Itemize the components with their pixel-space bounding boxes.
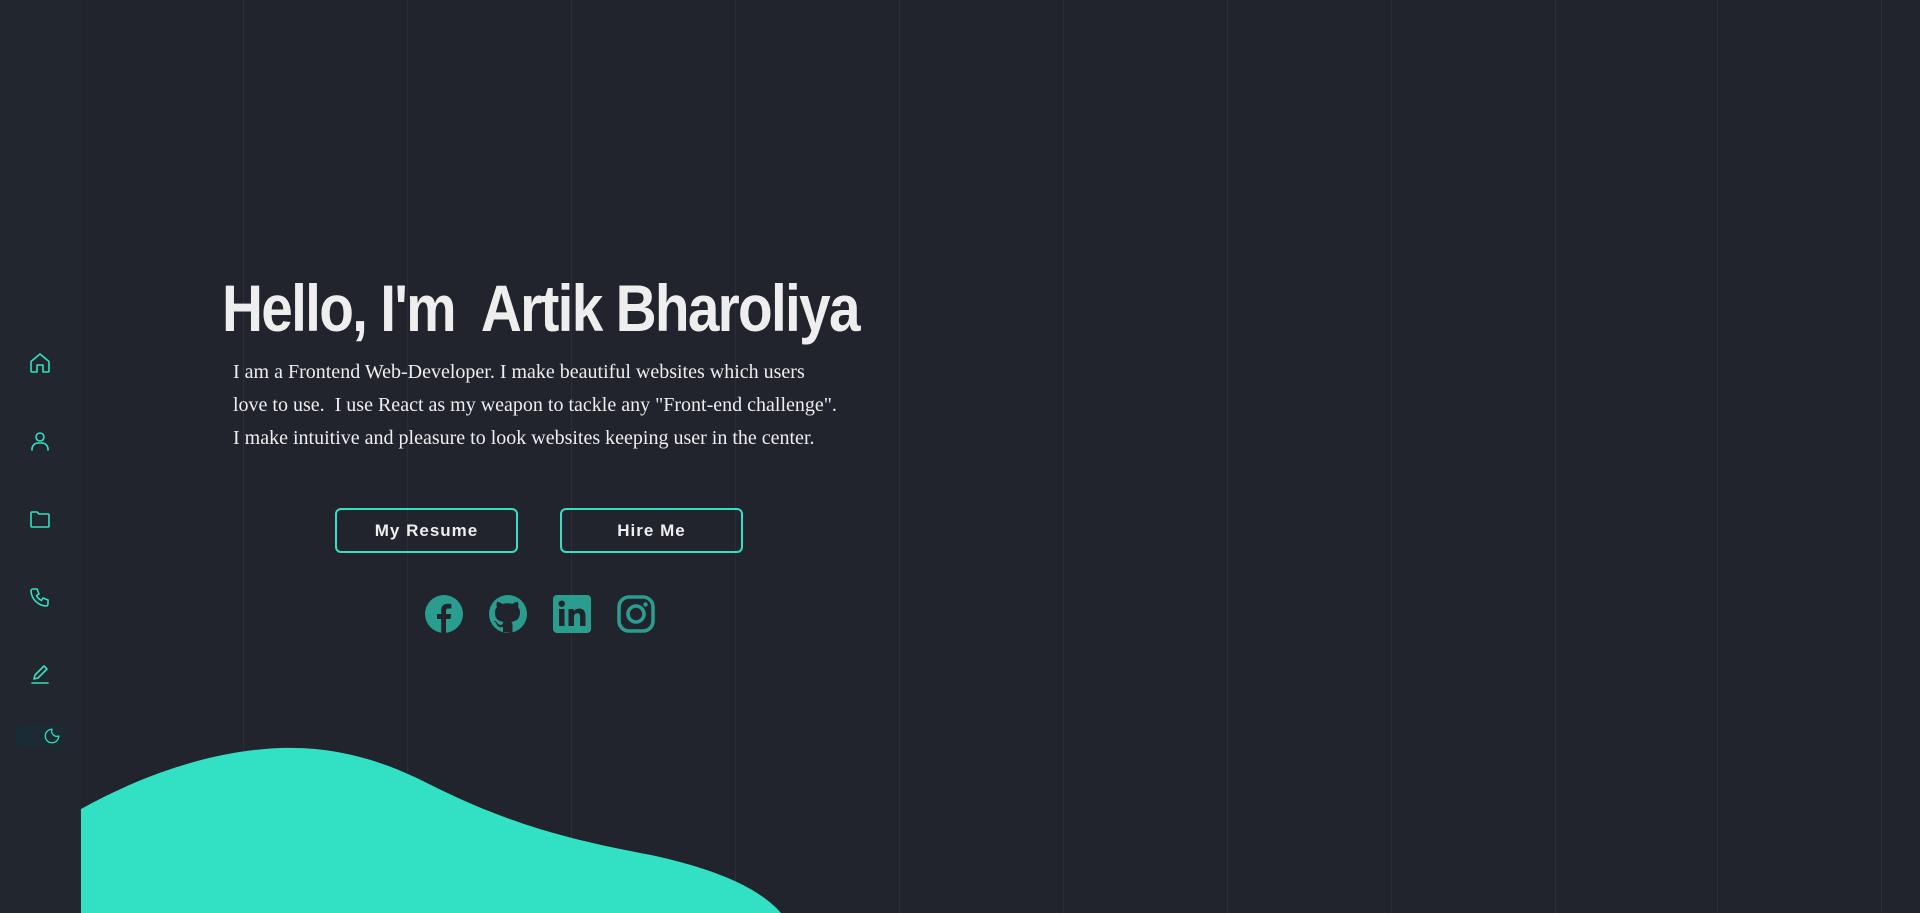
hero-section: Hello, I'm Artik Bharoliya I am a Fronte… <box>222 268 862 455</box>
social-link-linkedin[interactable] <box>552 594 592 634</box>
sidebar-nav <box>0 0 81 913</box>
sidebar-item-home[interactable] <box>24 347 56 379</box>
grid-line <box>1063 0 1064 913</box>
moon-icon <box>44 728 60 744</box>
grid-line <box>1391 0 1392 913</box>
pen-icon <box>31 665 49 684</box>
hero-description-line: love to use. I use React as my weapon to… <box>233 394 837 416</box>
page: Hello, I'm Artik Bharoliya I am a Fronte… <box>0 0 1920 913</box>
hero-description-line: I make intuitive and pleasure to look we… <box>233 427 815 449</box>
hero-description: I am a Frontend Web-Developer. I make be… <box>233 356 863 455</box>
grid-line <box>899 0 900 913</box>
grid-line <box>1717 0 1718 913</box>
social-link-facebook[interactable] <box>424 594 464 634</box>
theme-toggle[interactable] <box>15 724 66 748</box>
facebook-icon <box>425 595 463 633</box>
sidebar-item-blog[interactable] <box>24 659 56 691</box>
grid-line <box>1881 0 1882 913</box>
theme-toggle-knob <box>42 726 62 746</box>
sidebar-item-projects[interactable] <box>24 503 56 535</box>
social-link-instagram[interactable] <box>616 594 656 634</box>
sidebar-item-contact[interactable] <box>24 581 56 613</box>
instagram-icon <box>617 595 655 633</box>
hero-title: Hello, I'm Artik Bharoliya <box>222 271 861 345</box>
decorative-wave <box>81 747 781 913</box>
social-link-github[interactable] <box>488 594 528 634</box>
home-icon <box>30 353 50 373</box>
sidebar-item-about[interactable] <box>24 425 56 457</box>
hero-description-line: I am a Frontend Web-Developer. I make be… <box>233 361 805 383</box>
my-resume-button[interactable]: My Resume <box>335 508 518 553</box>
user-icon <box>31 432 49 451</box>
linkedin-icon <box>553 595 591 633</box>
folder-icon <box>30 511 50 528</box>
hire-me-button[interactable]: Hire Me <box>560 508 743 553</box>
grid-line <box>1555 0 1556 913</box>
phone-icon <box>30 588 49 607</box>
github-icon <box>489 595 527 633</box>
grid-line <box>1227 0 1228 913</box>
